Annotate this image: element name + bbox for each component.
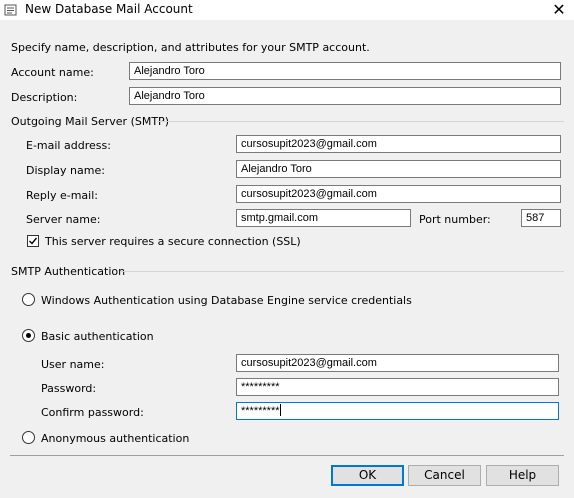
anonymous-auth-label: Anonymous authentication xyxy=(41,432,190,445)
close-icon: ✕ xyxy=(552,0,566,19)
auth-group-label: SMTP Authentication xyxy=(11,265,126,278)
email-input[interactable]: cursosupit2023@gmail.com xyxy=(236,135,561,153)
title-bar: New Database Mail Account ✕ xyxy=(0,0,574,20)
basic-auth-radio[interactable] xyxy=(22,329,35,342)
port-number-label: Port number: xyxy=(419,213,491,226)
description-input[interactable]: Alejandro Toro xyxy=(129,87,561,105)
smtp-server-group-line xyxy=(157,121,564,122)
auth-group-line xyxy=(120,271,564,272)
email-label: E-mail address: xyxy=(26,139,111,152)
windows-auth-radio[interactable] xyxy=(22,293,35,306)
server-name-input[interactable]: smtp.gmail.com xyxy=(236,209,411,227)
smtp-server-group-label: Outgoing Mail Server (SMTP) xyxy=(11,115,169,128)
reply-email-label: Reply e-mail: xyxy=(26,189,98,202)
description-label: Description: xyxy=(11,91,78,104)
ssl-checkbox[interactable] xyxy=(27,235,39,247)
username-label: User name: xyxy=(41,358,105,371)
port-number-input[interactable]: 587 xyxy=(521,209,561,227)
password-label: Password: xyxy=(41,382,97,395)
anonymous-auth-radio[interactable] xyxy=(22,431,35,444)
ssl-label: This server requires a secure connection… xyxy=(45,235,301,248)
password-input[interactable]: ********* xyxy=(236,378,559,396)
confirm-password-input[interactable]: ********* xyxy=(236,402,559,420)
account-name-input[interactable]: Alejandro Toro xyxy=(129,62,561,80)
confirm-password-value: ********* xyxy=(241,405,280,417)
ok-button[interactable]: OK xyxy=(331,465,404,486)
help-button[interactable]: Help xyxy=(486,465,559,486)
confirm-password-label: Confirm password: xyxy=(41,406,144,419)
radio-selected-dot xyxy=(26,333,31,338)
username-input[interactable]: cursosupit2023@gmail.com xyxy=(236,354,559,372)
windows-auth-label: Windows Authentication using Database En… xyxy=(41,294,412,307)
basic-auth-label: Basic authentication xyxy=(41,330,154,343)
database-mail-icon xyxy=(4,4,17,16)
cancel-button[interactable]: Cancel xyxy=(408,465,481,486)
server-name-label: Server name: xyxy=(26,213,101,226)
check-icon xyxy=(29,237,38,245)
intro-text: Specify name, description, and attribute… xyxy=(11,41,370,54)
account-name-label: Account name: xyxy=(11,66,94,79)
window-title: New Database Mail Account xyxy=(25,2,193,16)
reply-email-input[interactable]: cursosupit2023@gmail.com xyxy=(236,185,561,203)
display-name-input[interactable]: Alejandro Toro xyxy=(236,160,561,178)
footer-separator xyxy=(10,455,564,456)
text-cursor xyxy=(279,404,281,416)
display-name-label: Display name: xyxy=(26,164,105,177)
close-button[interactable]: ✕ xyxy=(544,0,574,20)
